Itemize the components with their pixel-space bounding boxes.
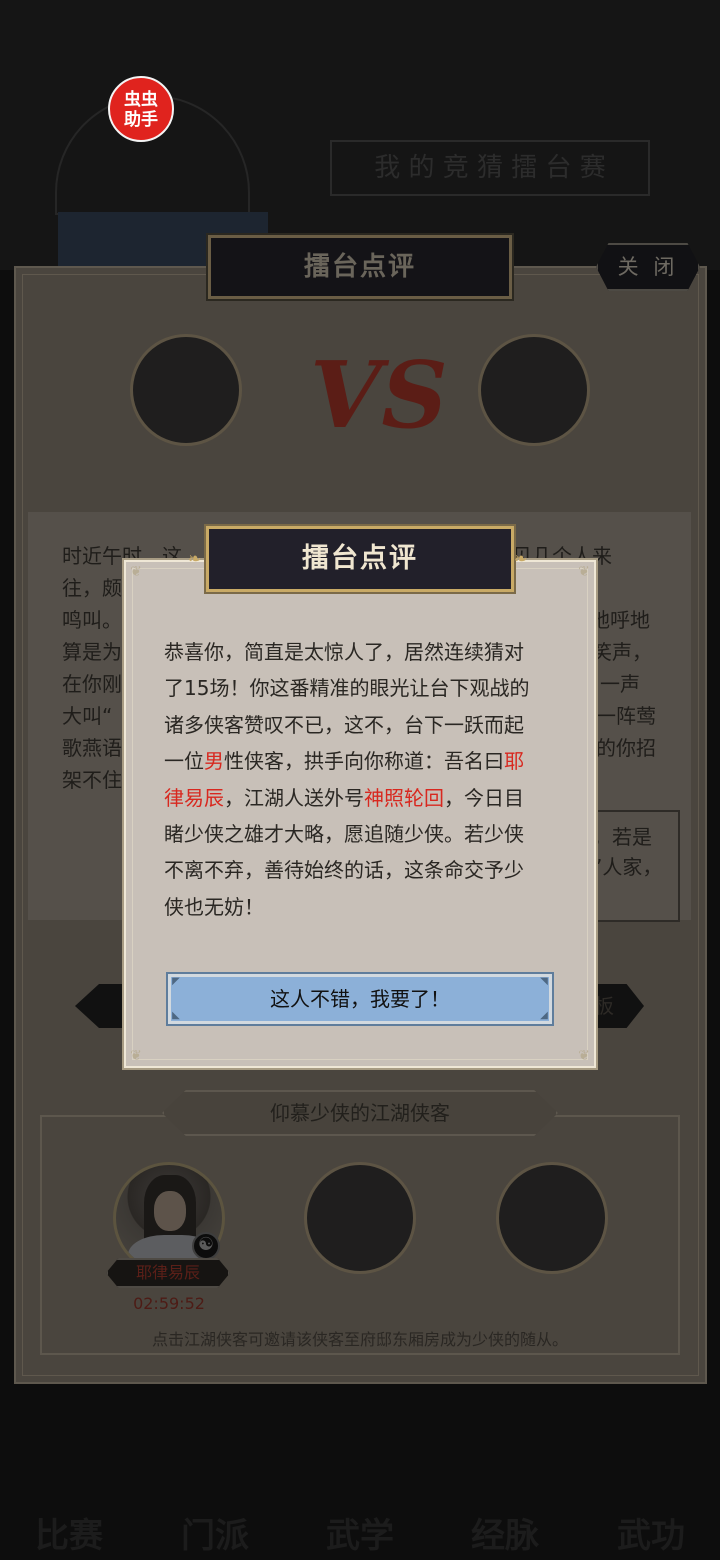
message-line: 恭喜你，简直是太惊人了，居然连续猜对 xyxy=(164,640,524,664)
empty-hero-slot xyxy=(304,1162,416,1274)
panel-title: 擂台点评 xyxy=(206,233,514,301)
side-box-line: ，若是 xyxy=(592,825,652,849)
message-line: 不离不弃，善待始终的话，这条命交予少 xyxy=(164,858,524,883)
vs-right-avatar-slot xyxy=(478,334,590,446)
corner-ornament-icon: ❦ xyxy=(130,564,142,580)
background-banner: 我 的 竞 猜 擂 台 赛 xyxy=(330,140,650,196)
side-box-line: ”人家， xyxy=(592,855,663,879)
nickname-highlight: 神照轮回 xyxy=(364,785,444,810)
title-wing-icon: ❧ xyxy=(188,549,202,568)
nav-tab-label[interactable]: 比赛 xyxy=(14,1508,124,1557)
badge-line2: 助手 xyxy=(124,110,158,130)
hero-name-label: 耶律易辰 xyxy=(106,1258,230,1288)
empty-hero-slot xyxy=(496,1162,608,1274)
title-wing-icon: ❧ xyxy=(514,549,528,568)
invite-hint: 点击江湖侠客可邀请该侠客至府邸东厢房成为少侠的随从。 xyxy=(151,1330,568,1349)
nav-tab-label[interactable]: 武功 xyxy=(596,1508,706,1557)
name-highlight: 耶 xyxy=(504,749,524,774)
admirers-section-title: 仰慕少侠的江湖侠客 xyxy=(162,1090,558,1136)
corner-ornament-icon: ❦ xyxy=(130,1048,142,1064)
message-line: 侠也无妨！ xyxy=(164,894,264,919)
dialog-title: 擂台点评 xyxy=(204,524,516,594)
vs-emblem: VS xyxy=(310,341,448,449)
badge-line1: 虫虫 xyxy=(124,90,158,110)
nav-tab-label[interactable]: 经脉 xyxy=(450,1508,560,1557)
nav-tab-label[interactable]: 门派 xyxy=(160,1508,270,1557)
corner-ornament-icon: ❦ xyxy=(578,564,590,580)
hero-countdown: 02:59:52 xyxy=(133,1294,205,1313)
message-line: 睹少侠之雄才大略，愿追随少侠。若少侠 xyxy=(164,822,524,847)
chongchong-assistant-badge[interactable]: 虫虫 助手 xyxy=(108,76,174,142)
taiji-icon: ☯ xyxy=(192,1232,220,1260)
nav-tab-label[interactable]: 武学 xyxy=(305,1508,415,1557)
message-line: 诸多侠客赞叹不已，这不，台下一跃而起 xyxy=(164,712,524,737)
gender-highlight: 男 xyxy=(204,749,224,774)
close-button[interactable]: 关 闭 xyxy=(596,243,700,291)
accept-hero-button[interactable]: 这人不错，我要了！ ◤ ◥ ◣ ◢ xyxy=(166,972,554,1026)
corner-ornament-icon: ❦ xyxy=(578,1048,590,1064)
dialog-message: 恭喜你，简直是太惊人了，居然连续猜对 了15场！你这番精准的眼光让台下观战的 诸… xyxy=(164,634,556,925)
name-highlight: 律易辰 xyxy=(164,785,224,810)
message-line: 了15场！你这番精准的眼光让台下观战的 xyxy=(164,676,530,701)
message-line: 律易辰，江湖人送外号神照轮回，今日目 xyxy=(164,785,524,810)
message-line: 一位男性侠客，拱手向你称道：吾名曰耶 xyxy=(164,749,524,774)
accept-hero-button-label: 这人不错，我要了！ xyxy=(270,987,450,1011)
vs-left-avatar-slot xyxy=(130,334,242,446)
